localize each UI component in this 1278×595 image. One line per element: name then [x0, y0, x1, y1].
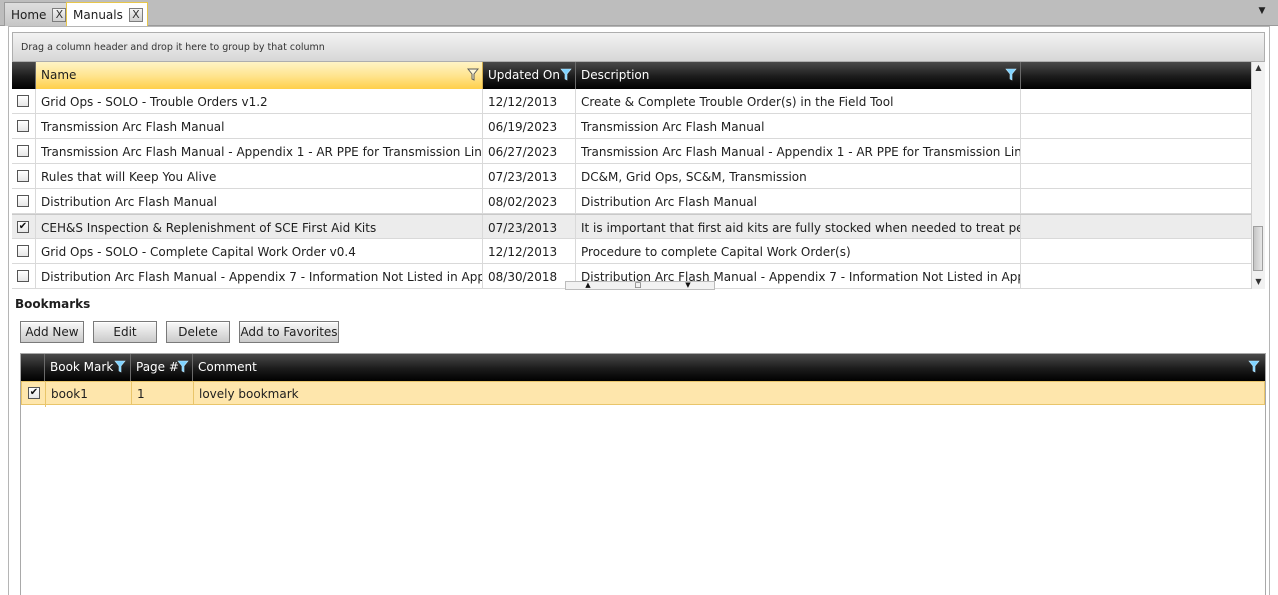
table-row[interactable]: Grid Ops - SOLO - Trouble Orders v1.2 12… — [12, 89, 1251, 114]
tab-home-label: Home — [11, 7, 47, 22]
row-checkbox[interactable] — [17, 195, 29, 207]
bm-header-select-column — [21, 354, 45, 381]
updated-cell: 12/12/2013 — [483, 89, 576, 114]
row-select-cell[interactable] — [12, 264, 36, 288]
table-row[interactable]: Transmission Arc Flash Manual 06/19/2023… — [12, 114, 1251, 139]
comment-filter-icon[interactable] — [1248, 360, 1260, 373]
name-cell: Transmission Arc Flash Manual — [36, 114, 483, 139]
book-mark-cell: book1 — [46, 382, 132, 404]
description-cell: Transmission Arc Flash Manual - Appendix… — [576, 139, 1021, 164]
description-cell: DC&M, Grid Ops, SC&M, Transmission — [576, 164, 1021, 189]
table-row[interactable]: Transmission Arc Flash Manual - Appendix… — [12, 139, 1251, 164]
splitter-collapse-down-icon[interactable]: ▼ — [676, 281, 700, 290]
name-cell: Rules that will Keep You Alive — [36, 164, 483, 189]
scroll-thumb[interactable] — [1253, 226, 1263, 271]
tab-strip: Home X Manuals X ▼ — [0, 0, 1278, 27]
row-select-cell[interactable]: ✔ — [12, 215, 36, 240]
description-cell: Distribution Arc Flash Manual — [576, 189, 1021, 214]
row-select-cell[interactable] — [12, 139, 36, 164]
header-select-column — [12, 62, 36, 89]
scroll-down-icon[interactable]: ▼ — [1254, 277, 1263, 286]
row-select-cell[interactable] — [12, 114, 36, 139]
book-mark-filter-icon[interactable] — [114, 360, 126, 373]
row-checkbox[interactable] — [17, 270, 29, 282]
updated-cell: 08/30/2018 — [483, 264, 576, 288]
add-new-button[interactable]: Add New — [20, 321, 84, 343]
group-by-hint: Drag a column header and drop it here to… — [21, 42, 325, 53]
row-select-cell[interactable] — [12, 164, 36, 189]
bookmark-checkbox-checked[interactable]: ✔ — [28, 387, 40, 399]
column-header-updated-on[interactable]: Updated On — [483, 62, 576, 89]
updated-cell: 08/02/2023 — [483, 189, 576, 214]
updated-cell: 07/23/2013 — [483, 215, 576, 240]
comment-cell: lovely bookmark — [199, 387, 299, 401]
description-filter-icon[interactable] — [1005, 68, 1017, 81]
column-header-book-mark[interactable]: Book Mark — [45, 354, 131, 381]
updated-cell: 06/27/2023 — [483, 139, 576, 164]
tab-manuals-close-button[interactable]: X — [128, 8, 143, 22]
column-header-book-mark-label: Book Mark — [50, 360, 114, 374]
page-cell: 1 — [132, 382, 194, 404]
name-cell: Distribution Arc Flash Manual - Appendix… — [36, 264, 483, 288]
add-to-favorites-button[interactable]: Add to Favorites — [239, 321, 339, 343]
updated-cell: 06/19/2023 — [483, 114, 576, 139]
row-checkbox[interactable] — [17, 145, 29, 157]
column-header-page-label: Page # — [136, 360, 179, 374]
table-row-selected[interactable]: ✔ CEH&S Inspection & Replenishment of SC… — [12, 214, 1251, 240]
row-select-cell[interactable] — [12, 189, 36, 214]
name-cell: Transmission Arc Flash Manual - Appendix… — [36, 139, 483, 164]
tab-manuals-label: Manuals — [73, 8, 123, 22]
manuals-grid-header: Name Updated On Description — [12, 62, 1251, 89]
name-cell: Distribution Arc Flash Manual — [36, 189, 483, 214]
bm-select-cell[interactable]: ✔ — [22, 382, 46, 407]
page-filter-icon[interactable] — [177, 360, 189, 373]
table-row[interactable]: Distribution Arc Flash Manual 08/02/2023… — [12, 189, 1251, 214]
name-cell: CEH&S Inspection & Replenishment of SCE … — [36, 215, 483, 240]
row-checkbox-checked[interactable]: ✔ — [17, 221, 29, 233]
splitter-restore-icon[interactable]: □ — [626, 281, 650, 290]
description-cell: It is important that first aid kits are … — [576, 215, 1021, 240]
table-row[interactable]: Grid Ops - SOLO - Complete Capital Work … — [12, 239, 1251, 264]
name-cell: Grid Ops - SOLO - Complete Capital Work … — [36, 239, 483, 264]
column-header-description-label: Description — [581, 68, 650, 82]
tab-manuals[interactable]: Manuals X — [66, 2, 148, 27]
row-checkbox[interactable] — [17, 95, 29, 107]
column-header-comment-label: Comment — [198, 360, 257, 374]
delete-button[interactable]: Delete — [166, 321, 230, 343]
row-checkbox[interactable] — [17, 170, 29, 182]
splitter-collapse-up-icon[interactable]: ▲ — [576, 281, 600, 290]
name-cell: Grid Ops - SOLO - Trouble Orders v1.2 — [36, 89, 483, 114]
row-checkbox[interactable] — [17, 120, 29, 132]
name-filter-icon[interactable] — [467, 68, 479, 81]
tab-menu-dropdown-icon[interactable]: ▼ — [1256, 6, 1268, 18]
scroll-up-icon[interactable]: ▲ — [1254, 63, 1263, 72]
column-header-page[interactable]: Page # — [131, 354, 193, 381]
bookmarks-grid-header: Book Mark Page # Comment — [21, 354, 1265, 381]
description-cell: Transmission Arc Flash Manual — [576, 114, 1021, 139]
column-header-comment[interactable]: Comment — [193, 354, 1265, 381]
column-header-updated-on-label: Updated On — [488, 68, 560, 82]
row-checkbox[interactable] — [17, 245, 29, 257]
bookmarks-title: Bookmarks — [15, 297, 91, 311]
row-select-cell[interactable] — [12, 89, 36, 114]
group-by-panel[interactable]: Drag a column header and drop it here to… — [12, 32, 1265, 62]
bookmark-row-selected[interactable]: ✔ book1 1 lovely bookmark — [21, 381, 1265, 407]
updated-cell: 07/23/2013 — [483, 164, 576, 189]
updated-cell: 12/12/2013 — [483, 239, 576, 264]
column-header-name-label: Name — [41, 68, 77, 82]
description-cell: Create & Complete Trouble Order(s) in th… — [576, 89, 1021, 114]
tab-home[interactable]: Home X — [4, 2, 72, 26]
edit-button[interactable]: Edit — [93, 321, 157, 343]
column-header-name[interactable]: Name — [36, 62, 483, 89]
row-select-cell[interactable] — [12, 239, 36, 264]
updated-on-filter-icon[interactable] — [560, 68, 572, 81]
table-row[interactable]: Rules that will Keep You Alive 07/23/201… — [12, 164, 1251, 189]
column-header-description[interactable]: Description — [576, 62, 1021, 89]
tab-home-close-button[interactable]: X — [52, 7, 67, 22]
description-cell: Procedure to complete Capital Work Order… — [576, 239, 1021, 264]
